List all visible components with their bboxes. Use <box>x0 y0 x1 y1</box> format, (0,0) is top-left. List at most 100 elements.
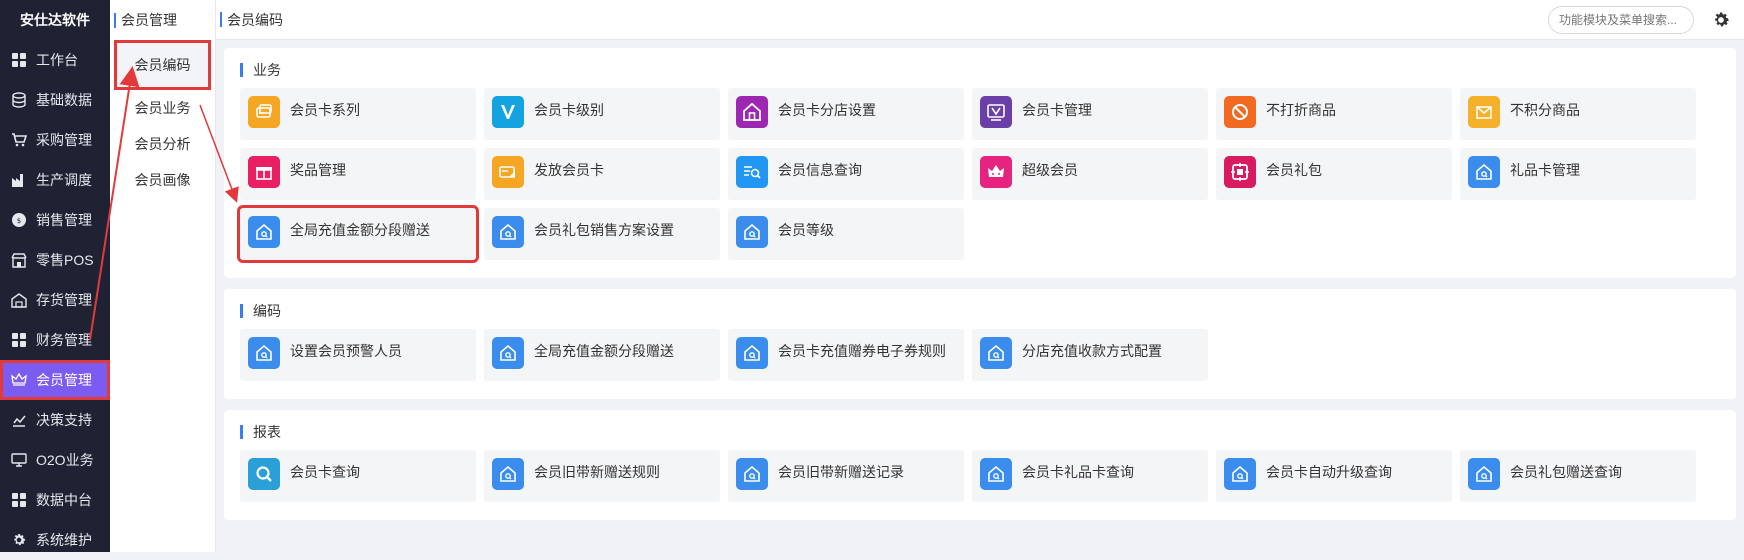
sidebar-item-3[interactable]: 生产调度 <box>0 160 110 200</box>
submenu-item-1[interactable]: 会员业务 <box>110 90 215 126</box>
card-label: 会员卡查询 <box>290 464 360 480</box>
card-label: 设置会员预警人员 <box>290 343 402 359</box>
submenu-panel: 会员管理 会员编码 会员业务 会员分析 会员画像 <box>110 0 216 552</box>
house-q-icon <box>1224 458 1256 490</box>
sidebar-item-1[interactable]: 基础数据 <box>0 80 110 120</box>
card-label: 分店充值收款方式配置 <box>1022 343 1162 359</box>
house-q-icon <box>736 458 768 490</box>
card-label: 奖品管理 <box>290 162 346 178</box>
section-2: 报表 会员卡查询 会员旧带新赠送规则 会员旧带新赠送记录 会员卡礼品卡查询 会员卡自动升级… <box>224 410 1736 520</box>
function-card[interactable]: 礼品卡管理 <box>1460 148 1696 200</box>
section-title-label: 业务 <box>253 62 281 78</box>
card-grid: 会员卡系列 会员卡级别 会员卡分店设置 会员卡管理 不打折商品 不积分商品奖品管理 发放会员… <box>237 88 1720 268</box>
submenu-list: 会员编码 会员业务 会员分析 会员画像 <box>110 40 215 198</box>
factory-icon <box>10 171 28 189</box>
function-card[interactable]: 会员旧带新赠送记录 <box>728 450 964 502</box>
function-card[interactable]: 不积分商品 <box>1460 88 1696 140</box>
member-search-icon <box>736 156 768 188</box>
card-label: 会员等级 <box>778 222 834 238</box>
gift-box-icon <box>248 156 280 188</box>
database-icon <box>10 91 28 109</box>
sidebar-item-2[interactable]: 采购管理 <box>0 120 110 160</box>
function-card[interactable]: 会员卡级别 <box>484 88 720 140</box>
section-accent-bar <box>240 425 243 439</box>
function-card[interactable]: 会员礼包赠送查询 <box>1460 450 1696 502</box>
function-card[interactable]: 会员等级 <box>728 208 964 260</box>
card-label: 会员礼包销售方案设置 <box>534 222 674 238</box>
section-title: 业务 <box>240 58 1720 82</box>
function-card[interactable]: 会员礼包 <box>1216 148 1452 200</box>
card-label: 会员卡管理 <box>1022 102 1092 118</box>
function-card[interactable]: 超级会员 <box>972 148 1208 200</box>
chart-icon <box>10 411 28 429</box>
sidebar-item-5[interactable]: 零售POS <box>0 240 110 280</box>
card-grid: 会员卡查询 会员旧带新赠送规则 会员旧带新赠送记录 会员卡礼品卡查询 会员卡自动升级查询… <box>240 450 1720 510</box>
function-card[interactable]: 会员卡礼品卡查询 <box>972 450 1208 502</box>
house-q-icon <box>980 458 1012 490</box>
sidebar-item-label: 决策支持 <box>36 412 92 428</box>
svg-text:$: $ <box>17 217 21 225</box>
sidebar-item-12[interactable]: 系统维护 <box>0 520 110 560</box>
sidebar-item-label: 零售POS <box>36 252 94 268</box>
sidebar-item-0[interactable]: 工作台 <box>0 40 110 80</box>
function-card[interactable]: 会员礼包销售方案设置 <box>484 208 720 260</box>
grid-icon <box>10 51 28 69</box>
card-label: 会员礼包 <box>1266 162 1322 178</box>
sidebar-item-8[interactable]: 会员管理 <box>0 360 110 400</box>
magnifier-icon <box>248 458 280 490</box>
store-icon <box>10 251 28 269</box>
card-label: 不打折商品 <box>1266 102 1336 118</box>
function-card[interactable]: 会员旧带新赠送规则 <box>484 450 720 502</box>
submenu-item-0[interactable]: 会员编码 <box>114 40 211 90</box>
top-header: 会员编码 <box>216 0 1744 40</box>
submenu-item-2[interactable]: 会员分析 <box>110 126 215 162</box>
function-card[interactable]: 会员卡分店设置 <box>728 88 964 140</box>
section-title: 编码 <box>240 299 1720 323</box>
function-card[interactable]: 会员卡系列 <box>240 88 476 140</box>
grid-icon <box>10 331 28 349</box>
submenu-item-3[interactable]: 会员画像 <box>110 162 215 198</box>
main-content: 业务会员卡系列 会员卡级别 会员卡分店设置 会员卡管理 不打折商品 不积分商品奖品管理 发放… <box>224 48 1736 531</box>
card-label: 会员卡充值赠券电子券规则 <box>778 343 946 359</box>
section-accent-bar <box>240 63 243 77</box>
house-q-icon <box>248 337 280 369</box>
house-q-icon <box>736 216 768 248</box>
sidebar-item-9[interactable]: 决策支持 <box>0 400 110 440</box>
sidebar-item-label: 数据中台 <box>36 492 92 508</box>
sidebar-item-label: 生产调度 <box>36 172 92 188</box>
sidebar-item-4[interactable]: $ 销售管理 <box>0 200 110 240</box>
function-card[interactable]: 分店充值收款方式配置 <box>972 329 1208 381</box>
function-card[interactable]: 会员卡充值赠券电子券规则 <box>728 329 964 381</box>
function-card[interactable]: 会员卡自动升级查询 <box>1216 450 1452 502</box>
card-label: 全局充值金额分段赠送 <box>534 343 674 359</box>
house-q-icon <box>1468 458 1500 490</box>
sidebar-item-6[interactable]: 存货管理 <box>0 280 110 320</box>
function-card[interactable]: 全局充值金额分段赠送 <box>484 329 720 381</box>
gear-icon <box>10 531 28 549</box>
function-card[interactable]: 会员卡管理 <box>972 88 1208 140</box>
sidebar-item-label: 基础数据 <box>36 92 92 108</box>
v-level-icon <box>492 96 524 128</box>
function-card[interactable]: 会员信息查询 <box>728 148 964 200</box>
card-label: 会员信息查询 <box>778 162 862 178</box>
settings-gear-icon[interactable] <box>1711 10 1731 30</box>
house-q-icon <box>736 337 768 369</box>
card-label: 超级会员 <box>1022 162 1078 178</box>
function-card[interactable]: 奖品管理 <box>240 148 476 200</box>
function-card[interactable]: 设置会员预警人员 <box>240 329 476 381</box>
house-q-icon <box>980 337 1012 369</box>
card-label: 礼品卡管理 <box>1510 162 1580 178</box>
sidebar-item-label: 系统维护 <box>36 532 92 548</box>
sidebar-item-label: 会员管理 <box>36 372 92 388</box>
function-card[interactable]: 不打折商品 <box>1216 88 1452 140</box>
function-card[interactable]: 全局充值金额分段赠送 <box>237 205 479 263</box>
function-card[interactable]: 会员卡查询 <box>240 450 476 502</box>
section-title-label: 编码 <box>253 303 281 319</box>
sidebar-item-11[interactable]: 数据中台 <box>0 480 110 520</box>
sidebar-item-7[interactable]: 财务管理 <box>0 320 110 360</box>
submenu-title: 会员管理 <box>110 0 215 40</box>
sidebar-item-10[interactable]: O2O业务 <box>0 440 110 480</box>
function-card[interactable]: 发放会员卡 <box>484 148 720 200</box>
menu-search-input[interactable] <box>1548 6 1694 34</box>
breadcrumb-accent-bar <box>220 12 222 27</box>
